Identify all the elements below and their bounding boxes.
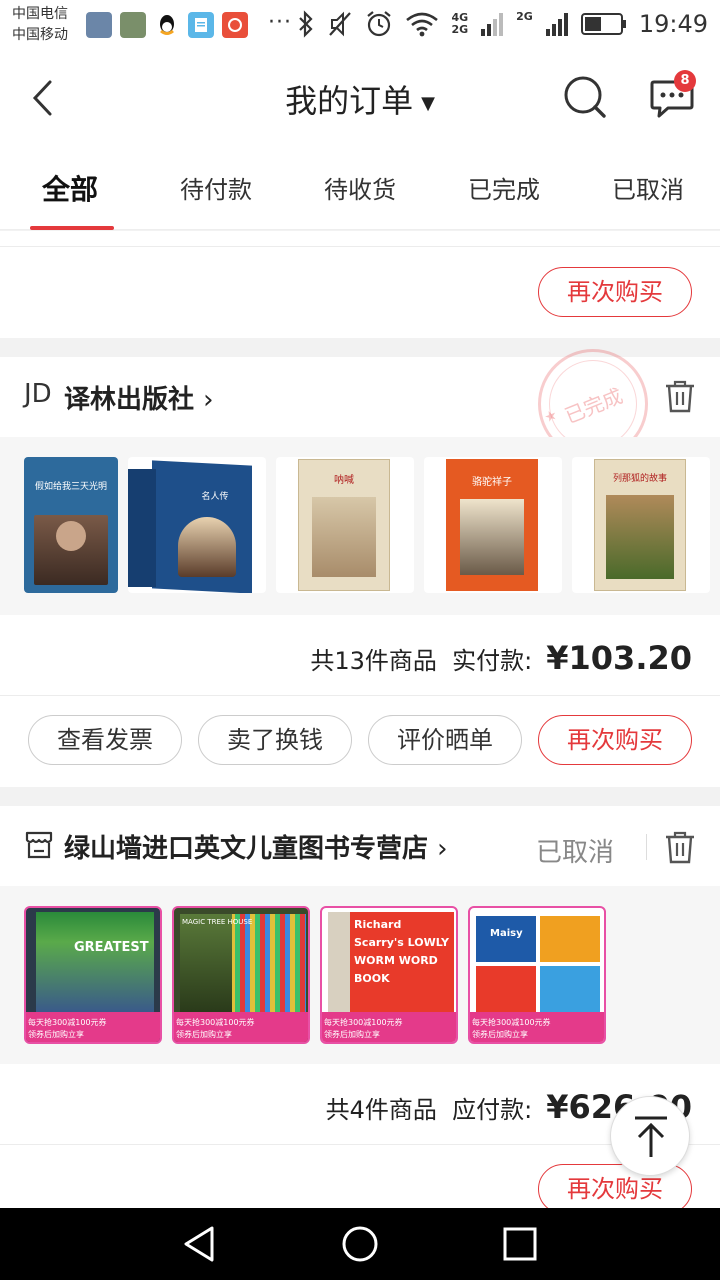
product-thumb[interactable]: 呐喊 xyxy=(276,457,414,593)
review-button[interactable]: 评价晒单 xyxy=(368,715,522,765)
delete-order-icon[interactable] xyxy=(664,379,696,413)
bluetooth-icon xyxy=(299,10,314,38)
network-type-2: 2G xyxy=(451,23,469,36)
order-summary: 共13件商品 实付款: ¥103.20 xyxy=(310,639,692,677)
photo-app-icon xyxy=(120,12,146,38)
app-header: 我的订单 ▼ 8 xyxy=(0,52,720,144)
shop-name: 绿山墙进口英文儿童图书专营店 xyxy=(64,834,429,864)
rebuy-button[interactable]: 再次购买 xyxy=(538,1164,692,1214)
network-label-3: 2G xyxy=(516,11,533,37)
signal-icon-1 xyxy=(481,13,504,36)
alarm-icon xyxy=(367,11,392,37)
product-thumbnails[interactable]: 假如给我三天光明 名人传 呐喊 骆驼祥子 列那狐的故事 xyxy=(0,437,720,615)
qq-icon xyxy=(154,12,180,38)
divider xyxy=(0,695,720,696)
signal-icon-2 xyxy=(545,13,568,36)
product-thumb[interactable]: 名人传 xyxy=(128,457,266,593)
caret-down-icon: ▼ xyxy=(421,92,435,114)
view-invoice-button[interactable]: 查看发票 xyxy=(28,715,182,765)
notification-icons xyxy=(86,12,248,38)
clock: 19:49 xyxy=(638,10,708,38)
carrier-2: 中国移动 xyxy=(12,27,68,43)
delete-order-icon[interactable] xyxy=(664,830,696,864)
tab-all[interactable]: 全部 xyxy=(42,168,98,208)
chevron-right-icon: › xyxy=(437,834,448,864)
order-status: 已取消 xyxy=(536,838,615,868)
carrier-info: 中国电信 中国移动 xyxy=(12,4,68,46)
divider xyxy=(0,246,720,247)
tab-cancelled[interactable]: 已取消 xyxy=(612,170,684,205)
battery-icon xyxy=(580,13,626,35)
payable-label: 应付款: xyxy=(452,1096,533,1124)
nav-back-icon[interactable] xyxy=(180,1224,220,1264)
system-nav-bar xyxy=(0,1208,720,1280)
shop-name-link[interactable]: 译林出版社 › xyxy=(64,379,213,416)
search-icon[interactable] xyxy=(562,74,608,120)
rebuy-button[interactable]: 再次购买 xyxy=(538,267,692,317)
item-count: 共13件商品 xyxy=(310,647,437,675)
paid-amount: ¥103.20 xyxy=(546,639,692,677)
divider xyxy=(646,834,647,860)
rebuy-button[interactable]: 再次购买 xyxy=(538,715,692,765)
tab-pending-delivery[interactable]: 待收货 xyxy=(324,170,396,205)
nav-home-icon[interactable] xyxy=(340,1224,380,1264)
tab-completed[interactable]: 已完成 xyxy=(468,170,540,205)
page-title-dropdown[interactable]: 我的订单 ▼ xyxy=(0,76,720,122)
order-card-prev: 再次购买 xyxy=(0,231,720,338)
product-thumb[interactable]: Richard Scarry's LOWLY WORM WORD BOOK 每天… xyxy=(320,906,458,1044)
shop-name-link[interactable]: 绿山墙进口英文儿童图书专营店 › xyxy=(64,828,447,865)
product-thumb[interactable]: 假如给我三天光明 xyxy=(24,457,118,593)
shop-name: 译林出版社 xyxy=(64,385,195,415)
jd-logo: JD xyxy=(24,379,52,409)
message-badge: 8 xyxy=(674,70,696,92)
carrier-1: 中国电信 xyxy=(12,6,68,22)
mute-icon xyxy=(329,11,352,37)
network-type-3: 2G xyxy=(516,10,533,23)
gallery-app-icon xyxy=(86,12,112,38)
arrow-up-icon xyxy=(635,1116,667,1157)
order-tabs: 全部 待付款 待收货 已完成 已取消 xyxy=(0,144,720,230)
chevron-right-icon: › xyxy=(203,385,214,415)
product-thumb[interactable]: MAGIC TREE HOUSE 每天抢300减100元券 领券后加购立享 xyxy=(172,906,310,1044)
product-thumb[interactable]: 列那狐的故事 xyxy=(572,457,710,593)
page-title: 我的订单 xyxy=(285,82,414,120)
wifi-icon xyxy=(406,12,439,37)
product-thumb[interactable]: GREATEST 每天抢300减100元券 领券后加购立享 xyxy=(24,906,162,1044)
tab-pending-payment[interactable]: 待付款 xyxy=(180,170,252,205)
status-bar: 中国电信 中国移动 ··· 4G 2G 2G 19:49 xyxy=(0,0,720,52)
nav-recents-icon[interactable] xyxy=(500,1224,540,1264)
resell-button[interactable]: 卖了换钱 xyxy=(198,715,352,765)
product-thumbnails[interactable]: GREATEST 每天抢300减100元券 领券后加购立享 MAGIC TREE… xyxy=(0,886,720,1064)
active-tab-indicator xyxy=(30,226,114,230)
more-notifications-icon: ··· xyxy=(268,10,292,35)
product-thumb[interactable]: Maisy 每天抢300减100元券 领券后加购立享 xyxy=(468,906,606,1044)
notes-app-icon xyxy=(188,12,214,38)
network-labels: 4G 2G xyxy=(451,12,468,36)
item-count: 共4件商品 xyxy=(325,1096,437,1124)
paid-label: 实付款: xyxy=(452,647,533,675)
store-icon xyxy=(25,831,53,859)
product-thumb[interactable]: 骆驼祥子 xyxy=(424,457,562,593)
order-card-yilin: JD 译林出版社 › 已完成 ★ 假如给我三天光明 名人传 呐喊 骆驼祥子 列那… xyxy=(0,332,720,787)
back-to-top-button[interactable] xyxy=(610,1096,690,1176)
app-icon xyxy=(222,12,248,38)
